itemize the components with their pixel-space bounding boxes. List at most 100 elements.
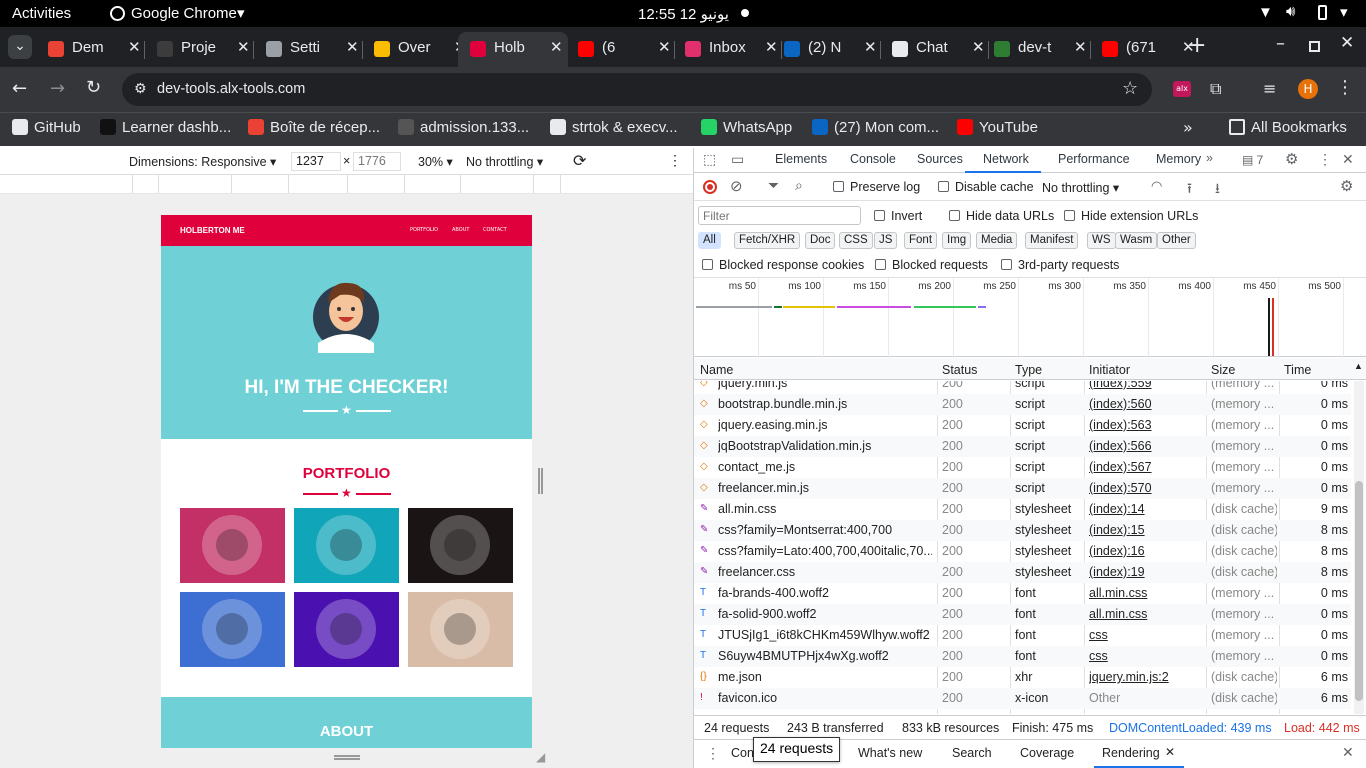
preserve-log-checkbox[interactable]: Preserve log [833,180,920,194]
zoom-select[interactable]: 30% ▾ [418,154,453,169]
request-row[interactable]: ! favicon.ico 200 x-icon Other (disk cache) 6 … [694,688,1351,709]
tab-0[interactable]: Dem ✕ [36,32,146,67]
record-button[interactable] [703,180,717,194]
request-row[interactable]: Tfa-solid-900.woff2 200 font all.min.css (me… [694,604,1351,625]
resize-handle-bottom[interactable] [334,755,360,760]
request-row[interactable]: ✎ all.min.css 200 stylesheet (index):14 (disk… [694,499,1351,520]
portfolio-item-submarine[interactable] [408,592,513,667]
extensions-puzzle-icon[interactable]: ⧉ [1210,79,1221,99]
col-type[interactable]: Type [1015,363,1042,377]
rotate-icon[interactable]: ⟳ [573,151,586,171]
tab-2[interactable]: Setti ✕ [254,32,364,67]
request-initiator[interactable]: jquery.min.js:2 [1089,670,1203,684]
type-filter-img[interactable]: Img [942,232,972,249]
chrome-menu-icon[interactable]: ⋮ [1336,77,1354,98]
close-tab-icon[interactable]: ✕ [346,38,359,56]
request-row[interactable]: ✎ css?family=Lato:400,700,400italic,70...… [694,541,1351,562]
type-filter-doc[interactable]: Doc [805,232,836,249]
network-conditions-icon[interactable]: ◠ [1151,178,1162,194]
col-size[interactable]: Size [1211,363,1235,377]
request-initiator[interactable]: (index):570 [1089,481,1203,495]
type-filter-ws[interactable]: WS [1087,232,1116,249]
battery-icon[interactable] [1318,5,1327,20]
request-name[interactable]: S6uyw4BMUTPHjx4wXg.woff2 [718,649,932,663]
request-row[interactable]: ◇ jquery.easing.min.js 200 script (index):56… [694,415,1351,436]
bookmark-item[interactable]: (27) Mon com... [812,119,939,136]
settings-gear-icon[interactable]: ⚙ [1285,150,1298,168]
network-settings-icon[interactable]: ⚙ [1340,177,1353,195]
tab-5[interactable]: (6 ✕ [566,32,676,67]
request-initiator[interactable]: css [1089,628,1203,642]
request-row[interactable]: T S6uyw4BMUTPHjx4wXg.woff2 200 font css (memo… [694,646,1351,667]
devtools-tab-performance[interactable]: Performance [1058,152,1130,166]
site-brand[interactable]: HOLBERTON ME [180,226,245,235]
request-row[interactable]: Tfa-brands-400.woff2 200 font all.min.css (m… [694,583,1351,604]
request-name[interactable]: css?family=Lato:400,700,400italic,70... [718,544,932,558]
app-menu[interactable]: Google Chrome [131,5,237,22]
drawer-tab-rendering[interactable]: Rendering [1102,746,1160,760]
request-name[interactable]: contact_me.js [718,460,932,474]
url-text[interactable]: dev-tools.alx-tools.com [157,81,305,97]
close-drawer-icon[interactable]: ✕ [1342,744,1354,761]
drawer-menu-icon[interactable]: ⋮ [706,745,720,762]
col-status[interactable]: Status [942,363,977,377]
type-filter-all[interactable]: All [698,232,721,249]
invert-checkbox[interactable]: Invert [874,209,922,223]
request-name[interactable]: me.json [718,670,932,684]
bookmarks-overflow-icon[interactable]: » [1183,118,1193,137]
emulated-page[interactable]: HOLBERTON ME PORTFOLIO ABOUT CONTACT HI,… [161,215,532,748]
request-name[interactable]: fa-solid-900.woff2 [718,607,932,621]
devtools-tab-sources[interactable]: Sources [917,152,963,166]
hide-extension-urls-checkbox[interactable]: Hide extension URLs [1064,209,1198,223]
portfolio-item-safe[interactable] [294,592,399,667]
inspect-element-icon[interactable]: ⬚ [703,151,716,168]
scrollbar-thumb[interactable] [1355,481,1363,701]
minimize-button[interactable]: – [1276,33,1285,54]
table-scrollbar[interactable] [1354,381,1364,714]
portfolio-item-cake[interactable] [294,508,399,583]
request-row[interactable]: ✎ css?family=Montserrat:400,700 200 stylesh… [694,520,1351,541]
request-row[interactable]: {} me.json 200 xhr jquery.min.js:2 (disk cach… [694,667,1351,688]
request-row[interactable]: ◇ jqBootstrapValidation.min.js 200 script (i… [694,436,1351,457]
bookmark-item[interactable]: admission.133... [398,119,529,136]
resize-corner-icon[interactable]: ◢ [536,750,545,764]
tab-4[interactable]: Holb ✕ [458,32,568,67]
volume-icon[interactable]: 🔊︎ [1286,3,1295,20]
new-tab-button[interactable]: + [1188,33,1206,58]
request-name[interactable]: all.min.css [718,502,932,516]
bookmark-item[interactable]: strtok & execv... [550,119,678,136]
portfolio-item-cabin[interactable] [180,508,285,583]
portfolio-item-circus[interactable] [408,508,513,583]
close-tab-icon[interactable]: ✕ [237,38,250,56]
tab-3[interactable]: Over✕ [362,32,472,67]
bookmark-item[interactable]: WhatsApp [701,119,792,136]
request-name[interactable]: JTUSjIg1_i6t8kCHKm459Wlhyw.woff2 [718,628,932,642]
request-name[interactable]: bootstrap.bundle.min.js [718,397,932,411]
close-rendering-tab-icon[interactable]: ✕ [1165,745,1175,759]
bookmark-item[interactable]: Learner dashb... [100,119,231,136]
nav-about[interactable]: ABOUT [452,227,469,233]
tab-6[interactable]: Inbox ✕ [673,32,783,67]
request-name[interactable]: freelancer.min.js [718,481,932,495]
close-tab-icon[interactable]: ✕ [658,38,671,56]
request-initiator[interactable]: (index):16 [1089,544,1203,558]
drawer-tab-console[interactable]: Con [731,746,754,760]
network-overview[interactable]: 50 ms 100 ms 150 ms 200 ms 250 ms 300 ms 350 m… [694,277,1366,358]
request-initiator[interactable]: (index):560 [1089,397,1203,411]
activities-button[interactable]: Activities [12,5,71,22]
third-party-requests-checkbox[interactable]: 3rd-party requests [1001,258,1119,272]
request-initiator[interactable]: (index):566 [1089,439,1203,453]
request-row[interactable]: ◇ freelancer.min.js 200 script (index):570 (m… [694,478,1351,499]
throttle-select[interactable]: No throttling ▾ [466,154,543,169]
devtools-menu-icon[interactable]: ⋮ [1318,151,1332,168]
back-arrow-icon[interactable]: ← [12,78,27,99]
type-filter-wasm[interactable]: Wasm [1115,232,1158,249]
nav-portfolio[interactable]: PORTFOLIO [410,227,438,233]
media-control-icon[interactable]: ≡ [1263,79,1276,98]
forward-arrow-icon[interactable]: → [50,78,65,99]
device-toggle-icon[interactable]: ▭ [731,151,744,168]
request-name[interactable]: jqBootstrapValidation.min.js [718,439,932,453]
drawer-tab-whats-new[interactable]: What's new [858,746,922,760]
request-name[interactable]: freelancer.css [718,565,932,579]
all-bookmarks[interactable]: All Bookmarks [1229,119,1347,136]
